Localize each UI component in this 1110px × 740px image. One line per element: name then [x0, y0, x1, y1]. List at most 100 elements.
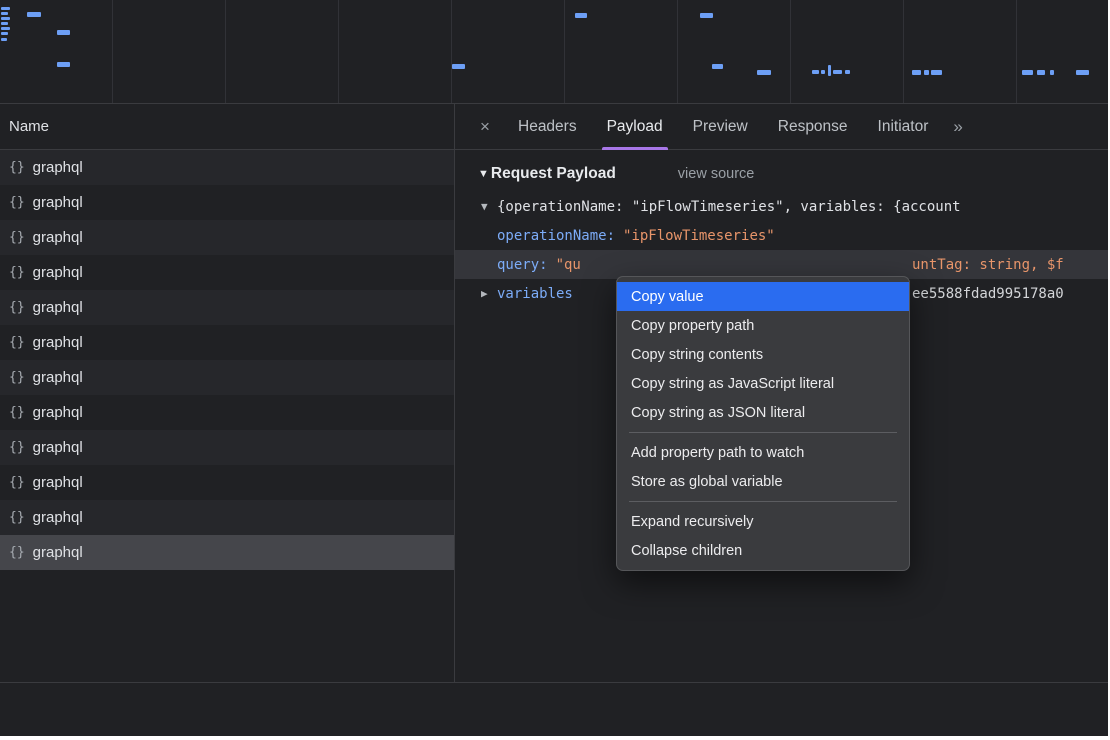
network-overview-timeline[interactable]	[0, 0, 1108, 104]
property-value-start: "qu	[556, 257, 581, 273]
more-tabs-chevron-icon[interactable]: »	[943, 117, 972, 137]
request-name: graphql	[33, 299, 83, 316]
network-activity-bar	[833, 70, 842, 74]
network-activity-bar	[845, 70, 850, 74]
details-tabs: HeadersPayloadPreviewResponseInitiator	[503, 104, 943, 149]
network-activity-bar	[700, 13, 713, 18]
tab-headers[interactable]: Headers	[503, 104, 592, 150]
network-activity-bar	[1, 22, 8, 25]
section-disclosure-icon[interactable]: ▼	[478, 168, 489, 180]
network-activity-bar	[57, 62, 70, 67]
property-key: operationName:	[497, 228, 615, 244]
fetch-braces-icon: {}	[9, 300, 25, 315]
property-key: variables	[497, 286, 573, 302]
network-activity-bar	[1, 38, 7, 41]
network-activity-bar	[912, 70, 921, 75]
tab-response[interactable]: Response	[763, 104, 863, 150]
fetch-braces-icon: {}	[9, 545, 25, 560]
network-activity-bar	[757, 70, 771, 75]
devtools-window: Name {}graphql{}graphql{}graphql{}graphq…	[0, 0, 1108, 736]
request-row[interactable]: {}graphql	[0, 500, 454, 535]
property-value: "ipFlowTimeseries"	[623, 228, 775, 244]
tab-preview[interactable]: Preview	[678, 104, 763, 150]
fetch-braces-icon: {}	[9, 370, 25, 385]
fetch-braces-icon: {}	[9, 160, 25, 175]
tree-row-root[interactable]: ▼ {operationName: "ipFlowTimeseries", va…	[455, 192, 1108, 221]
collapsed-caret-icon[interactable]: ▶	[481, 287, 497, 300]
menu-item-copy-property-path[interactable]: Copy property path	[617, 311, 909, 340]
network-activity-bar	[931, 70, 942, 75]
request-row[interactable]: {} graphql	[0, 395, 454, 430]
menu-item-copy-string-contents[interactable]: Copy string contents	[617, 340, 909, 369]
menu-item-copy-string-as-json-literal[interactable]: Copy string as JSON literal	[617, 398, 909, 427]
request-list: {} graphql {} graphql {} graphql {} graphql {} gr…	[0, 150, 454, 682]
network-activity-bar	[27, 12, 41, 17]
network-activity-bar	[57, 30, 70, 35]
network-activity-bar	[1050, 70, 1054, 75]
request-row[interactable]: {} graphql	[0, 255, 454, 290]
menu-item-expand-recursively[interactable]: Expand recursively	[617, 507, 909, 536]
network-activity-bar	[924, 70, 929, 75]
request-name: graphql	[33, 439, 83, 456]
request-name: graphql	[33, 229, 83, 246]
request-row[interactable]: {} graphql	[0, 430, 454, 465]
request-name: graphql	[33, 264, 83, 281]
details-tab-bar: × HeadersPayloadPreviewResponseInitiator…	[455, 104, 1108, 150]
view-source-link[interactable]: view source	[678, 166, 755, 182]
expand-caret-icon[interactable]: ▼	[481, 200, 497, 213]
fetch-braces-icon: {}	[9, 265, 25, 280]
fetch-braces-icon: {}	[9, 405, 25, 420]
network-activity-bar	[1, 32, 8, 35]
menu-item-collapse-children[interactable]: Collapse children	[617, 536, 909, 565]
tree-row-query-selected[interactable]: query: "qu untTag: string, $f	[455, 250, 1108, 279]
network-activity-bar	[821, 70, 825, 74]
menu-item-add-property-path-to-watch[interactable]: Add property path to watch	[617, 438, 909, 467]
request-row[interactable]: {} graphql	[0, 150, 454, 185]
network-activity-bar	[1022, 70, 1033, 75]
property-key: query:	[497, 257, 548, 273]
request-name: graphql	[33, 404, 83, 421]
request-row[interactable]: {} graphql	[0, 535, 454, 570]
fetch-braces-icon: {}	[9, 335, 25, 350]
tab-payload[interactable]: Payload	[592, 104, 678, 150]
network-main-split: Name {}graphql{}graphql{}graphql{}graphq…	[0, 104, 1108, 682]
name-column-label: Name	[9, 118, 49, 135]
request-row[interactable]: {} graphql	[0, 465, 454, 500]
menu-separator	[629, 501, 897, 502]
request-row[interactable]: {}graphql	[0, 185, 454, 220]
menu-item-copy-value[interactable]: Copy value	[617, 282, 909, 311]
request-row[interactable]: {} graphql	[0, 220, 454, 255]
network-activity-bar	[1, 27, 10, 30]
request-name: graphql	[33, 544, 83, 561]
request-name: graphql	[33, 334, 83, 351]
request-name: graphql	[33, 369, 83, 386]
request-name: graphql	[33, 194, 83, 211]
request-name: graphql	[33, 509, 83, 526]
fetch-braces-icon: {}	[9, 475, 25, 490]
section-title: Request Payload	[491, 165, 616, 183]
request-row[interactable]: {} graphql	[0, 360, 454, 395]
tree-row-operation-name[interactable]: operationName: "ipFlowTimeseries"	[455, 221, 1108, 250]
network-activity-bar	[712, 64, 723, 69]
request-row[interactable]: {} graphql	[0, 290, 454, 325]
context-menu: Copy valueCopy property pathCopy string …	[616, 276, 910, 571]
menu-item-store-as-global-variable[interactable]: Store as global variable	[617, 467, 909, 496]
request-row[interactable]: {} graphql	[0, 325, 454, 360]
network-activity-bar	[1, 7, 10, 10]
network-activity-bar	[828, 65, 831, 76]
network-activity-bar	[1, 12, 8, 15]
network-activity-bar	[575, 13, 587, 18]
fetch-braces-icon: {}	[9, 230, 25, 245]
request-name: graphql	[33, 474, 83, 491]
network-activity-bar	[452, 64, 465, 69]
network-activity-bar	[1, 17, 10, 20]
close-icon[interactable]: ×	[467, 117, 503, 137]
property-value-overflow: untTag: string, $f	[912, 257, 1064, 273]
tab-initiator[interactable]: Initiator	[863, 104, 944, 150]
name-column-header[interactable]: Name	[0, 104, 454, 150]
fetch-braces-icon: {}	[9, 440, 25, 455]
request-name: graphql	[33, 159, 83, 176]
menu-item-copy-string-as-javascript-literal[interactable]: Copy string as JavaScript literal	[617, 369, 909, 398]
network-activity-bar	[1037, 70, 1045, 75]
request-list-panel: Name {}graphql{}graphql{}graphql{}graphq…	[0, 104, 455, 682]
